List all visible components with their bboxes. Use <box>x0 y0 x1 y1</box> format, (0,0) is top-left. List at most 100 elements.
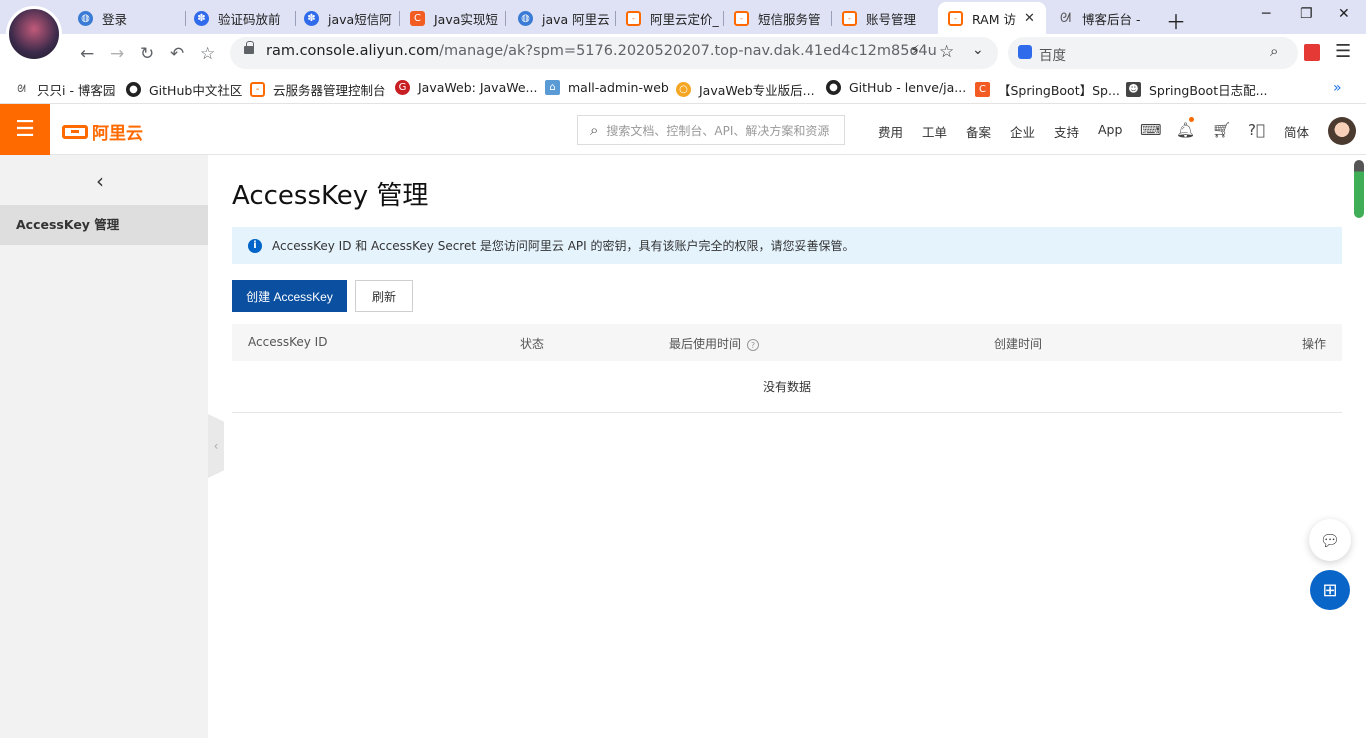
more-bookmarks-icon[interactable]: » <box>1333 80 1342 96</box>
notification-dot <box>1189 117 1194 122</box>
console-search-input[interactable]: ⌕ 搜索文档、控制台、API、解决方案和资源 <box>577 115 845 145</box>
notice-text: AccessKey ID 和 AccessKey Secret 是您访问阿里云 … <box>272 239 855 253</box>
forward-arrow-icon[interactable]: → <box>110 44 124 64</box>
scrollbar[interactable] <box>1354 160 1364 218</box>
cart-icon[interactable]: 🛒︎ <box>1212 121 1231 139</box>
bookmark-item[interactable]: G JavaWeb: JavaWe... <box>395 80 537 95</box>
help-icon[interactable]: ?⃝ <box>1248 121 1265 139</box>
tab-java-aliyun[interactable]: ◍ java 阿里云 <box>506 4 616 32</box>
aliyun-icon: - <box>626 10 641 26</box>
empty-state: 没有数据 <box>232 361 1342 413</box>
column-header: 创建时间 <box>994 337 1043 351</box>
tab-label: 验证码放前 <box>218 11 281 27</box>
search-icon: ⌕ <box>590 121 599 139</box>
cnblogs-icon: ᘛ <box>1059 10 1072 26</box>
tab-java-sms-impl[interactable]: C Java实现短 <box>400 4 506 32</box>
table-header: AccessKey ID 状态 最后使用时间? 创建时间 操作 <box>232 324 1342 361</box>
tab-java-sms[interactable]: ✽ java短信阿 <box>296 4 400 32</box>
menu-icon[interactable]: ☰ <box>1335 41 1351 62</box>
question-icon[interactable]: ? <box>747 338 760 351</box>
terminal-icon[interactable]: ⌨ <box>1140 121 1162 139</box>
window-close-icon[interactable]: ✕ <box>1338 6 1350 22</box>
lock-icon <box>244 41 254 54</box>
tab-ram-active[interactable]: - RAM 访 ✕ <box>938 2 1046 34</box>
search-icon[interactable]: ⌕ <box>1270 42 1278 60</box>
close-icon[interactable]: ✕ <box>1024 11 1035 26</box>
create-accesskey-button[interactable]: 创建 AccessKey <box>232 280 347 312</box>
tab-label: 博客后台 - <box>1082 11 1141 27</box>
bookmark-item[interactable]: ○ JavaWeb专业版后... <box>676 80 815 99</box>
tab-aliyun-pricing[interactable]: - 阿里云定价_ <box>616 4 724 32</box>
column-header-last-used: 最后使用时间? <box>669 335 760 352</box>
person-icon: ☻ <box>1126 82 1141 97</box>
paw-icon: ✽ <box>304 10 319 26</box>
tab-label: 阿里云定价_ <box>650 11 719 27</box>
bookmarks-bar: ᘛ 只只i - 博客园 ● GitHub中文社区 - 云服务器管理控制台 G JavaW… <box>0 72 1366 104</box>
github-icon: ● <box>826 80 841 95</box>
tab-label: Java实现短 <box>434 11 498 27</box>
chevron-left-icon[interactable]: ‹ <box>96 169 104 193</box>
bookmark-item[interactable]: - 云服务器管理控制台 <box>250 80 386 99</box>
star-icon[interactable]: ☆ <box>939 42 954 62</box>
tab-sms-service[interactable]: - 短信服务管 <box>724 4 832 32</box>
bell-icon[interactable]: 🔔︎ <box>1176 121 1195 139</box>
aliyun-logo-icon <box>62 124 88 139</box>
new-tab-icon[interactable]: ＋ <box>1166 6 1186 35</box>
address-bar-row: ← → ↻ ↶ ☆ ram.console.aliyun.com/manage/… <box>0 34 1366 72</box>
tab-captcha[interactable]: ✽ 验证码放前 <box>186 4 296 32</box>
sidebar-collapse-handle[interactable]: ‹ <box>208 414 224 478</box>
nav-support[interactable]: 支持 <box>1054 122 1079 141</box>
url-text[interactable]: ram.console.aliyun.com/manage/ak?spm=517… <box>266 43 937 59</box>
bookmark-item[interactable]: ● GitHub中文社区 <box>126 80 242 99</box>
tab-label: 账号管理 <box>866 11 917 27</box>
refresh-button[interactable]: 刷新 <box>355 280 413 312</box>
tab-label: 短信服务管 <box>758 11 821 27</box>
minimize-icon[interactable]: ─ <box>1262 6 1270 22</box>
info-notice: i AccessKey ID 和 AccessKey Secret 是您访问阿里… <box>232 227 1342 264</box>
tab-login[interactable]: ◍ 登录 <box>78 4 186 32</box>
nav-billing[interactable]: 费用 <box>878 122 903 141</box>
pdf-icon[interactable] <box>1304 44 1320 61</box>
chevron-down-icon[interactable]: ⌄ <box>972 42 984 58</box>
undo-icon[interactable]: ↶ <box>170 44 184 64</box>
nav-tickets[interactable]: 工单 <box>922 122 947 141</box>
bookmark-item[interactable]: ⌂ mall-admin-web <box>545 80 669 95</box>
bookmark-item[interactable]: ☻ SpringBoot日志配... <box>1126 80 1268 99</box>
nav-icp[interactable]: 备案 <box>966 122 991 141</box>
bookmark-item[interactable]: ᘛ 只只i - 博客园 <box>14 80 115 99</box>
column-header: AccessKey ID <box>248 335 328 349</box>
star-bookmark-icon[interactable]: ☆ <box>200 44 215 64</box>
store-icon: ⌂ <box>545 80 560 95</box>
tab-label: java短信阿 <box>328 11 392 27</box>
apps-grid-icon[interactable]: ⊞ <box>1310 570 1350 610</box>
search-engine-label: 百度 <box>1039 48 1066 64</box>
restore-icon[interactable]: ❐ <box>1300 6 1313 22</box>
bookmark-item[interactable]: C 【SpringBoot】Sp... <box>975 80 1120 99</box>
tab-account[interactable]: - 账号管理 <box>832 4 938 32</box>
baidu-icon <box>1018 45 1032 59</box>
tab-blog-admin[interactable]: ᘛ 博客后台 - <box>1046 4 1152 32</box>
reload-icon[interactable]: ↻ <box>140 44 154 64</box>
sidebar: ‹ AccessKey 管理 <box>0 155 208 738</box>
browser-tab-strip: ◍ 登录 ✽ 验证码放前 ✽ java短信阿 C Java实现短 ◍ java … <box>0 0 1366 62</box>
column-header: 操作 <box>1301 337 1326 351</box>
nav-enterprise[interactable]: 企业 <box>1010 122 1035 141</box>
hamburger-menu-icon[interactable]: ☰ <box>0 104 50 155</box>
bookmark-item[interactable]: ● GitHub - lenve/ja... <box>826 80 966 95</box>
user-avatar[interactable] <box>1328 117 1356 145</box>
aliyun-icon: - <box>250 82 265 97</box>
sidebar-item-accesskey[interactable]: AccessKey 管理 <box>0 205 208 245</box>
github-icon: ● <box>126 82 141 97</box>
profile-avatar[interactable] <box>6 6 62 62</box>
aliyun-logo[interactable]: 阿里云 <box>62 119 143 144</box>
back-arrow-icon[interactable]: ← <box>80 44 94 64</box>
chat-feedback-icon[interactable]: 💬︎ <box>1309 519 1351 561</box>
nav-app[interactable]: App <box>1098 122 1122 137</box>
tab-label: 登录 <box>102 11 128 27</box>
circle-icon: ○ <box>676 82 691 97</box>
language-switch[interactable]: 简体 <box>1284 122 1309 141</box>
search-engine-box[interactable]: 百度 ⌕ <box>1008 37 1298 69</box>
cnblogs-icon: ᘛ <box>17 84 26 95</box>
lightning-icon[interactable]: ⚡ <box>910 43 920 59</box>
console-header: ☰ 阿里云 ⌕ 搜索文档、控制台、API、解决方案和资源 费用 工单 备案 企业… <box>0 104 1366 155</box>
